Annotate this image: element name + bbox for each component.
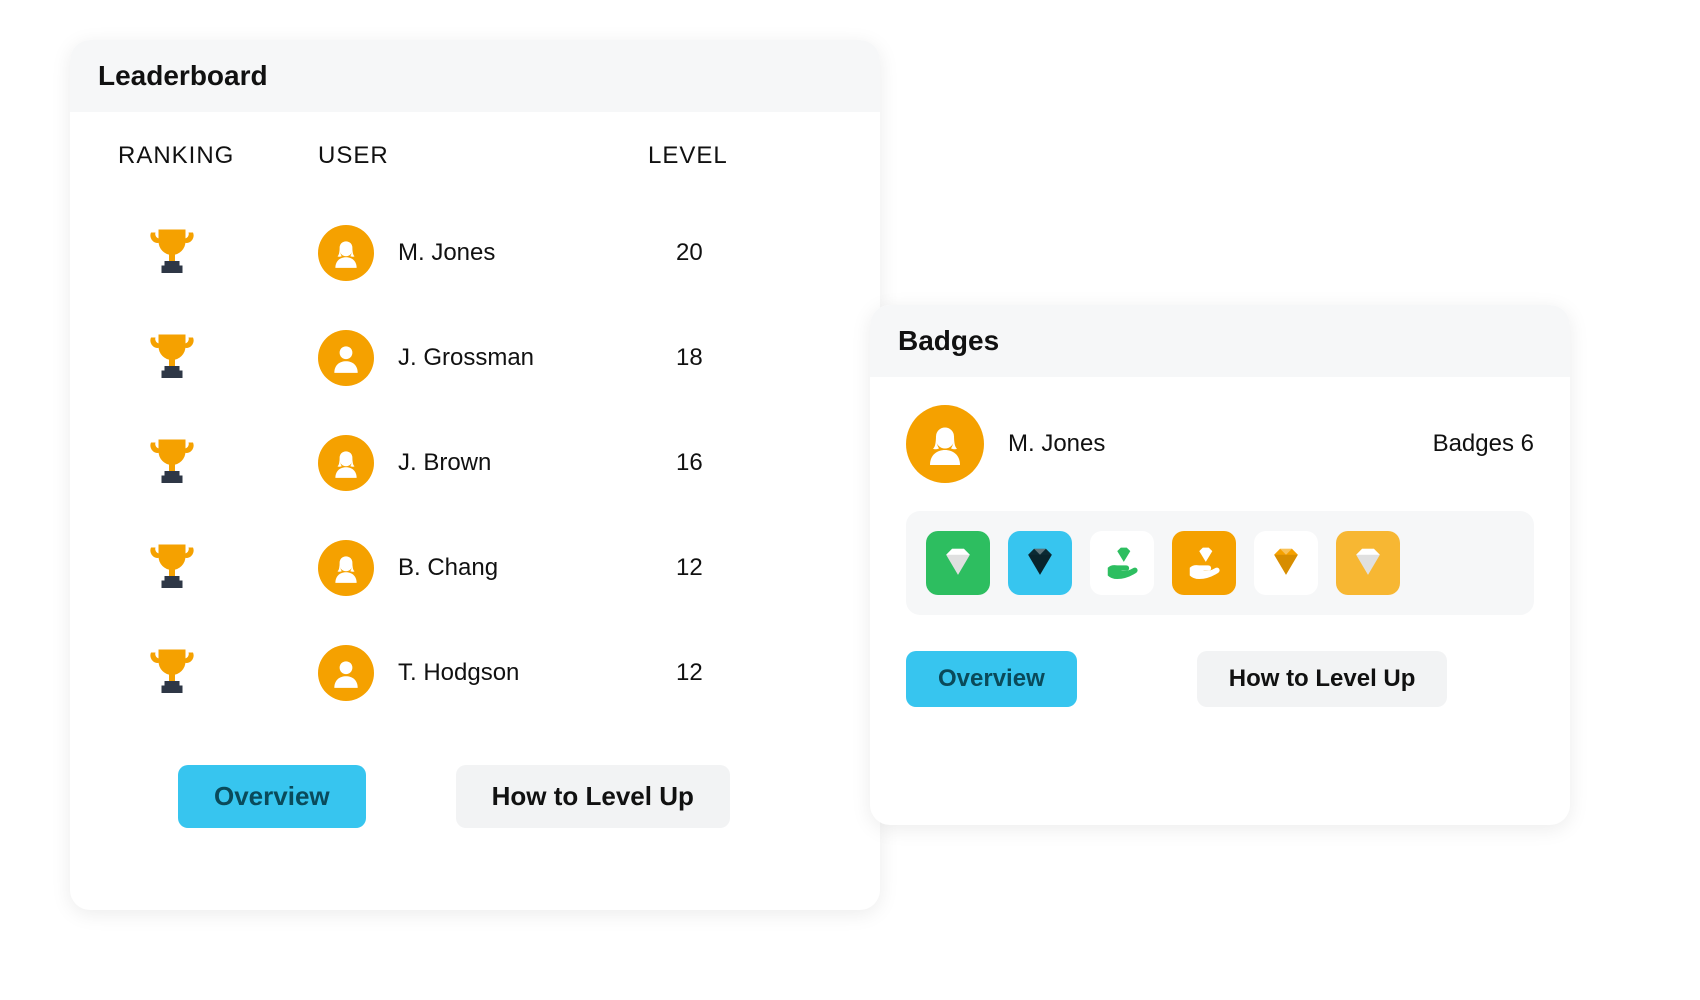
trophy-icon — [148, 330, 196, 384]
badge-diamond-green[interactable] — [926, 531, 990, 595]
badges-body: M. Jones Badges 6 Overview How to Level … — [870, 377, 1570, 743]
badges-card: Badges M. Jones Badges 6 — [870, 305, 1570, 825]
avatar — [318, 225, 374, 281]
table-row: J. Grossman 18 — [118, 305, 832, 410]
column-user: USER — [318, 142, 648, 170]
leaderboard-actions: Overview How to Level Up — [118, 765, 832, 828]
avatar — [318, 330, 374, 386]
level-cell: 16 — [648, 449, 798, 477]
table-row: B. Chang 12 — [118, 515, 832, 620]
table-row: T. Hodgson 12 — [118, 620, 832, 725]
hand-diamond-icon — [1185, 544, 1223, 582]
hand-diamond-icon — [1103, 544, 1141, 582]
badges-header: Badges — [870, 305, 1570, 377]
badge-diamond-amber[interactable] — [1336, 531, 1400, 595]
level-up-button[interactable]: How to Level Up — [456, 765, 730, 828]
badge-hand-diamond-orange[interactable] — [1172, 531, 1236, 595]
badges-title: Badges — [898, 325, 1542, 357]
badge-count: Badges 6 — [1433, 430, 1534, 458]
badge-user-left: M. Jones — [906, 405, 1105, 483]
person-male-icon — [329, 341, 363, 375]
level-up-button[interactable]: How to Level Up — [1197, 651, 1448, 707]
badge-hand-diamond-green[interactable] — [1090, 531, 1154, 595]
rank-cell — [118, 540, 318, 596]
trophy-icon — [148, 540, 196, 596]
person-female-icon — [329, 236, 363, 270]
user-name: J. Brown — [398, 449, 491, 477]
user-name: M. Jones — [398, 239, 495, 267]
user-cell: J. Grossman — [318, 330, 648, 386]
column-ranking: RANKING — [118, 142, 318, 170]
table-row: M. Jones 20 — [118, 200, 832, 305]
leaderboard-body: RANKING USER LEVEL M. Jones 20 — [70, 112, 880, 868]
badge-diamond-outline[interactable] — [1254, 531, 1318, 595]
rank-cell — [118, 645, 318, 701]
badge-strip — [906, 511, 1534, 615]
avatar — [318, 540, 374, 596]
rank-cell — [118, 225, 318, 281]
user-cell: T. Hodgson — [318, 645, 648, 701]
badge-diamond-blue[interactable] — [1008, 531, 1072, 595]
user-name: T. Hodgson — [398, 659, 519, 687]
leaderboard-header: Leaderboard — [70, 40, 880, 112]
table-row: J. Brown 16 — [118, 410, 832, 515]
badges-actions: Overview How to Level Up — [906, 651, 1534, 707]
overview-button[interactable]: Overview — [178, 765, 366, 828]
trophy-icon — [148, 645, 196, 699]
trophy-icon — [148, 540, 196, 594]
diamond-icon — [1349, 544, 1387, 582]
avatar — [318, 645, 374, 701]
person-female-icon — [329, 446, 363, 480]
trophy-icon — [148, 435, 196, 491]
diamond-icon — [1267, 544, 1305, 582]
user-cell: B. Chang — [318, 540, 648, 596]
badge-user-row: M. Jones Badges 6 — [906, 405, 1534, 483]
diamond-icon — [1021, 544, 1059, 582]
avatar — [318, 435, 374, 491]
leaderboard-card: Leaderboard RANKING USER LEVEL M. Jones … — [70, 40, 880, 910]
person-female-icon — [921, 420, 969, 468]
trophy-icon — [148, 225, 196, 281]
rank-cell — [118, 330, 318, 386]
rank-cell — [118, 435, 318, 491]
trophy-icon — [148, 330, 196, 386]
trophy-icon — [148, 225, 196, 279]
level-cell: 20 — [648, 239, 798, 267]
user-cell: M. Jones — [318, 225, 648, 281]
user-name: J. Grossman — [398, 344, 534, 372]
trophy-icon — [148, 645, 196, 701]
trophy-icon — [148, 435, 196, 489]
leaderboard-title: Leaderboard — [98, 60, 852, 92]
person-female-icon — [329, 551, 363, 585]
leaderboard-columns: RANKING USER LEVEL — [118, 142, 832, 170]
user-cell: J. Brown — [318, 435, 648, 491]
level-cell: 12 — [648, 554, 798, 582]
level-cell: 12 — [648, 659, 798, 687]
diamond-icon — [939, 544, 977, 582]
user-name: B. Chang — [398, 554, 498, 582]
badge-user-name: M. Jones — [1008, 430, 1105, 458]
leaderboard-rows: M. Jones 20 J. Grossman 18 — [118, 200, 832, 725]
avatar — [906, 405, 984, 483]
person-male-icon — [329, 656, 363, 690]
level-cell: 18 — [648, 344, 798, 372]
overview-button[interactable]: Overview — [906, 651, 1077, 707]
column-level: LEVEL — [648, 142, 798, 170]
